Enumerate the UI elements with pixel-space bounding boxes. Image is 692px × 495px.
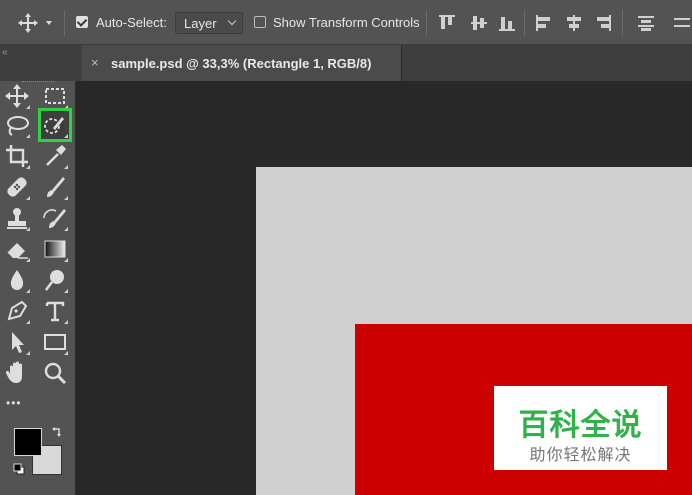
rectangle-shape-icon[interactable] [41, 328, 69, 356]
move-tool-preset-icon[interactable] [14, 12, 54, 34]
align-horizontal-centers-icon[interactable] [564, 13, 584, 33]
watermark-subtitle: 助你轻松解决 [529, 447, 632, 464]
quick-selection-icon[interactable] [38, 108, 72, 142]
options-bar: Auto-Select: Layer Show Transform Contro… [0, 0, 692, 45]
auto-select-checkbox[interactable] [76, 16, 88, 28]
align-left-edges-icon[interactable] [534, 13, 554, 33]
blur-icon[interactable] [3, 266, 31, 294]
document-tab-bar: ‹‹ × sample.psd @ 33,3% (Rectangle 1, RG… [0, 45, 692, 81]
type-icon[interactable] [41, 297, 69, 325]
brush-icon[interactable] [41, 173, 69, 201]
close-icon[interactable]: × [91, 55, 99, 70]
pen-icon[interactable] [3, 297, 31, 325]
crop-icon[interactable] [3, 142, 31, 170]
healing-brush-icon[interactable] [3, 173, 31, 201]
default-colors-icon[interactable] [13, 462, 25, 475]
watermark-logo: 百科全说 助你轻松解决 [494, 386, 667, 470]
zoom-icon[interactable] [41, 359, 69, 387]
auto-select-target-dropdown[interactable]: Layer [175, 12, 243, 34]
hand-icon[interactable] [3, 359, 31, 387]
more-tools-icon[interactable]: ••• [6, 396, 22, 410]
auto-select-target-value: Layer [184, 16, 217, 31]
separator [622, 10, 623, 36]
distribute-top-icon[interactable] [636, 13, 656, 33]
move-tool-icon[interactable] [3, 82, 31, 110]
dodge-icon[interactable] [41, 266, 69, 294]
eraser-icon[interactable] [3, 235, 31, 263]
gradient-icon[interactable] [41, 235, 69, 263]
separator [524, 10, 525, 36]
watermark-title: 百科全说 [518, 409, 643, 442]
align-bottom-edges-icon[interactable] [497, 13, 517, 33]
tools-panel: ••• [0, 81, 76, 495]
separator [426, 10, 427, 36]
lasso-icon[interactable] [3, 111, 31, 139]
show-transform-controls-checkbox[interactable] [254, 16, 266, 28]
path-selection-icon[interactable] [3, 328, 31, 356]
rectangular-marquee-icon[interactable] [41, 82, 69, 110]
document-tab[interactable]: × sample.psd @ 33,3% (Rectangle 1, RGB/8… [82, 45, 402, 81]
eyedropper-icon[interactable] [41, 142, 69, 170]
align-right-edges-icon[interactable] [593, 13, 613, 33]
align-top-edges-icon[interactable] [437, 13, 457, 33]
distribute-vertical-centers-icon[interactable] [672, 13, 692, 33]
document-tab-title: sample.psd @ 33,3% (Rectangle 1, RGB/8) [111, 56, 372, 71]
separator [64, 10, 65, 36]
show-transform-controls-label: Show Transform Controls [273, 15, 420, 30]
clone-stamp-icon[interactable] [3, 204, 31, 232]
collapse-panel-icon[interactable]: ‹‹ [2, 47, 8, 58]
align-vertical-centers-icon[interactable] [469, 13, 489, 33]
history-brush-icon[interactable] [41, 204, 69, 232]
auto-select-label: Auto-Select: [96, 15, 167, 30]
chevron-down-icon [227, 16, 237, 26]
swap-colors-icon[interactable] [51, 425, 63, 437]
foreground-color-swatch[interactable] [14, 428, 42, 456]
